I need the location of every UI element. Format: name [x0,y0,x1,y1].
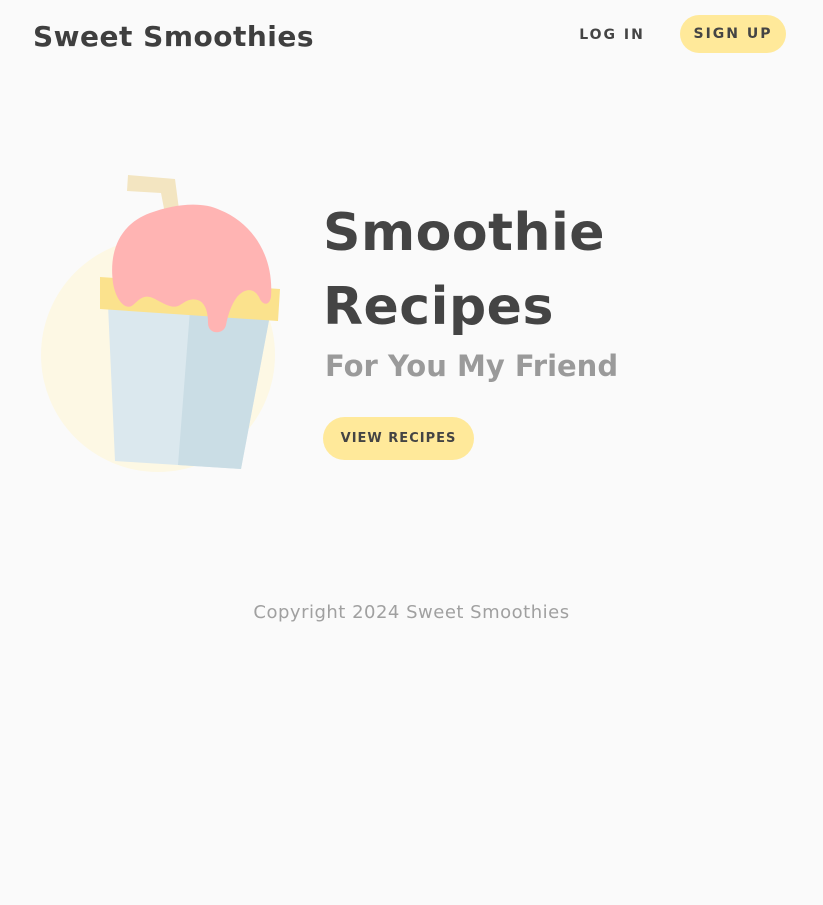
hero-title-line-2: Recipes [323,277,554,337]
footer-copyright: Copyright 2024 Sweet Smoothies [253,602,570,623]
brand-logo[interactable]: Sweet Smoothies [33,19,314,55]
login-link[interactable]: LOG IN [570,22,654,48]
smoothie-cup-icon [41,175,280,472]
view-recipes-button[interactable]: VIEW RECIPES [323,417,474,460]
signup-button[interactable]: SIGN UP [680,15,786,53]
page: Sweet Smoothies LOG IN SIGN UP Smoothie … [0,0,823,905]
hero-subtitle: For You My Friend [325,349,619,383]
hero-title: Smoothie Recipes [323,196,605,344]
hero-title-line-1: Smoothie [323,203,606,263]
